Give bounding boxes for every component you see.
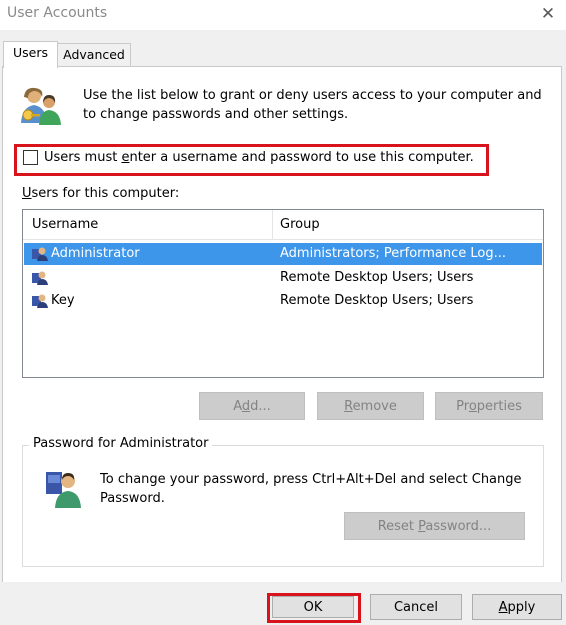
- close-icon[interactable]: ✕: [536, 3, 560, 25]
- must-login-label[interactable]: Users must enter a username and password…: [44, 150, 474, 165]
- users-table[interactable]: Username Group Administrator Administrat…: [22, 209, 544, 378]
- apply-button[interactable]: Apply: [472, 594, 562, 620]
- user-icon: [32, 247, 48, 261]
- add-user-button[interactable]: Add...: [199, 392, 305, 420]
- row-username: Key: [51, 293, 75, 308]
- table-header: Username Group: [23, 210, 543, 240]
- column-username[interactable]: Username: [32, 217, 98, 232]
- must-login-checkbox[interactable]: [23, 150, 38, 165]
- table-row[interactable]: Remote Desktop Users; Users: [24, 267, 542, 289]
- properties-button[interactable]: Properties: [435, 392, 543, 420]
- ok-button[interactable]: OK: [272, 596, 354, 618]
- window-title: User Accounts: [7, 5, 108, 21]
- intro-text: Use the list below to grant or deny user…: [83, 88, 542, 122]
- user-icon: [32, 271, 48, 285]
- table-row[interactable]: Key Remote Desktop Users; Users: [24, 290, 542, 312]
- row-group: Remote Desktop Users; Users: [280, 270, 474, 285]
- column-group[interactable]: Group: [280, 217, 320, 232]
- tab-users[interactable]: Users: [3, 41, 58, 68]
- user-icon: [32, 294, 48, 308]
- must-login-row[interactable]: Users must enter a username and password…: [23, 150, 474, 165]
- tab-advanced[interactable]: Advanced: [57, 43, 131, 67]
- users-icon: [21, 87, 61, 125]
- row-username: Administrator: [51, 246, 140, 261]
- cancel-button[interactable]: Cancel: [370, 594, 462, 620]
- title-bar: User Accounts ✕: [0, 0, 566, 30]
- reset-password-button[interactable]: Reset Password...: [344, 512, 525, 540]
- row-group: Administrators; Performance Log...: [280, 246, 507, 261]
- column-divider[interactable]: [272, 210, 273, 239]
- row-group: Remote Desktop Users; Users: [280, 293, 474, 308]
- table-row[interactable]: Administrator Administrators; Performanc…: [24, 243, 542, 265]
- password-groupbox-title: Password for Administrator: [29, 436, 213, 451]
- users-list-label: Users for this computer:: [22, 186, 180, 201]
- password-help-text: To change your password, press Ctrl+Alt+…: [100, 472, 522, 506]
- user-key-icon: [46, 472, 81, 508]
- remove-user-button[interactable]: Remove: [317, 392, 424, 420]
